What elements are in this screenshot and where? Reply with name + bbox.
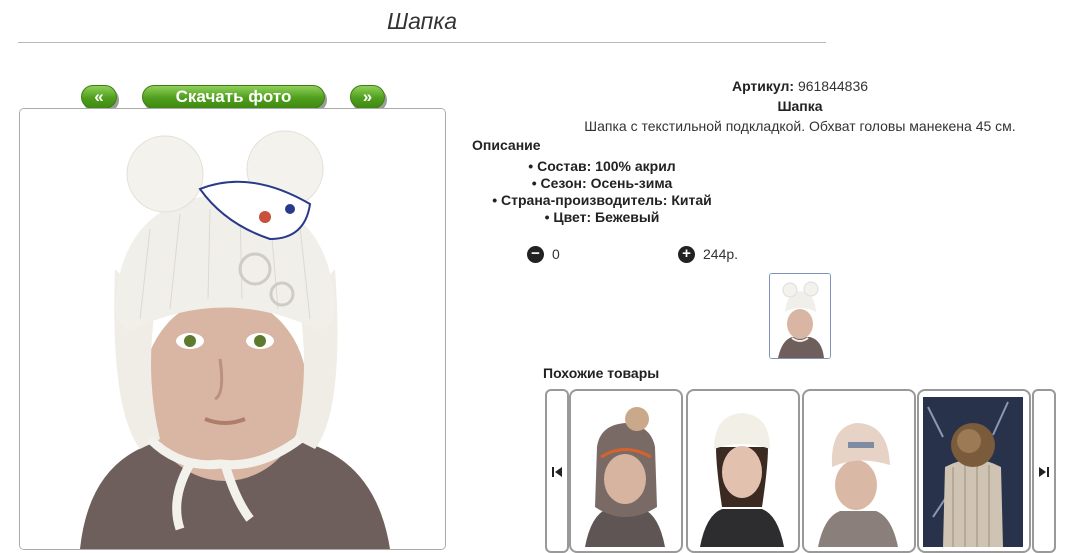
product-description: Шапка с текстильной подкладкой. Обхват г… [584, 118, 1016, 134]
spec-list: Состав: 100% акрил Сезон: Осень-зима Стр… [470, 158, 734, 226]
similar-next-button[interactable] [1032, 389, 1056, 553]
main-product-photo[interactable] [19, 108, 446, 550]
skip-previous-icon [552, 467, 562, 477]
child-hat-photo [20, 109, 445, 549]
similar-item[interactable] [569, 389, 683, 553]
spec-season: Сезон: Осень-зима [470, 175, 734, 192]
similar-item[interactable] [802, 389, 916, 553]
spec-country: Страна-производитель: Китай [470, 192, 734, 209]
beige-venichy-hat-photo [808, 397, 908, 547]
article-label: Артикул: [731, 78, 795, 94]
download-photo-button[interactable]: Скачать фото [142, 85, 325, 109]
prev-photo-button[interactable]: « [81, 85, 117, 109]
next-photo-button[interactable]: » [350, 85, 385, 109]
add-to-cart-control: +244р. [678, 245, 738, 263]
minus-circle-icon[interactable]: − [527, 245, 544, 263]
description-heading: Описание [472, 137, 541, 153]
thumbnail-image [770, 274, 830, 358]
page-title: Шапка [386, 8, 457, 34]
title-divider [18, 42, 826, 43]
quantity-value: 0 [552, 246, 560, 263]
article-value: 961844836 [797, 78, 869, 94]
similar-item[interactable] [686, 389, 800, 553]
white-hat-girl-photo [692, 397, 792, 547]
price-value: 244р. [703, 246, 739, 263]
similar-prev-button[interactable] [545, 389, 569, 553]
plus-circle-icon[interactable]: + [678, 245, 695, 263]
similar-item[interactable] [917, 389, 1031, 553]
similar-products-heading: Похожие товары [543, 365, 660, 381]
photo-thumbnail[interactable] [769, 273, 831, 359]
product-name: Шапка [777, 98, 823, 114]
skip-next-icon [1039, 467, 1049, 477]
article-line: Артикул: 961844836 [470, 78, 1078, 94]
brown-helmet-hat-photo [575, 397, 675, 547]
knit-fur-pompom-hat-photo [923, 397, 1023, 547]
spec-color: Цвет: Бежевый [470, 209, 734, 226]
spec-composition: Состав: 100% акрил [470, 158, 734, 175]
quantity-control: −0 [527, 245, 560, 263]
